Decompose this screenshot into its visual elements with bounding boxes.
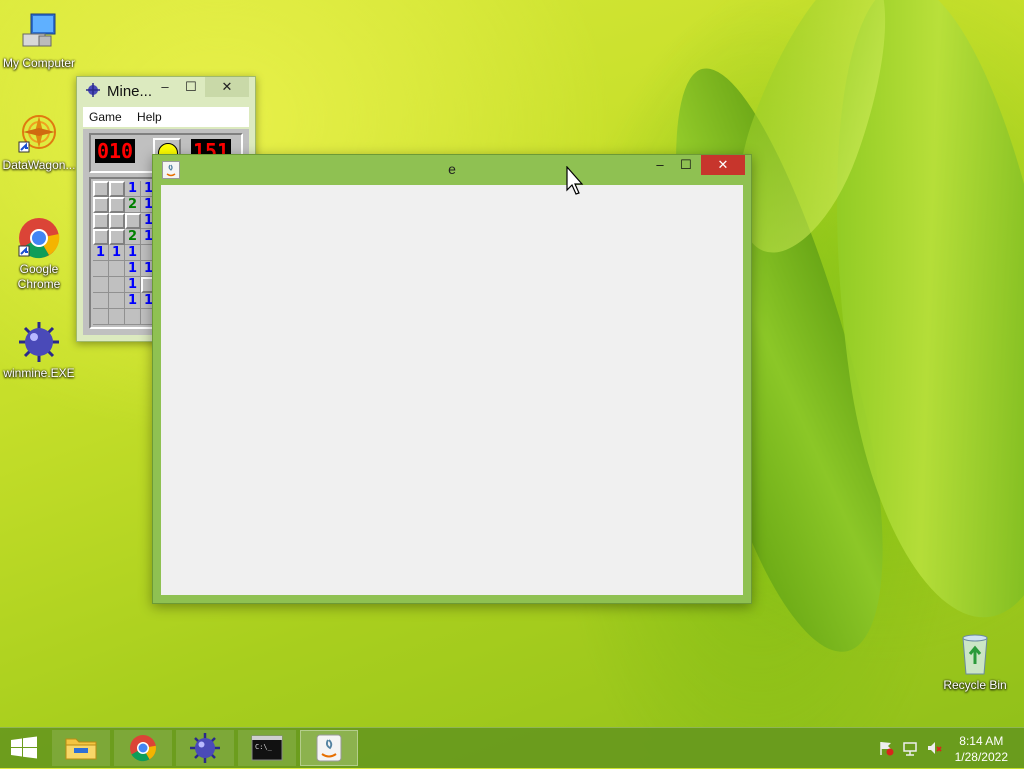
chrome-icon bbox=[18, 218, 60, 259]
system-tray: 8:14 AM 1/28/2022 bbox=[864, 728, 1024, 768]
action-center-flag-icon[interactable] bbox=[878, 740, 894, 756]
java-icon bbox=[316, 734, 342, 762]
chrome-icon bbox=[130, 735, 156, 762]
mine-cell[interactable] bbox=[93, 229, 109, 245]
volume-muted-icon[interactable] bbox=[926, 740, 942, 756]
mine-cell[interactable] bbox=[109, 213, 125, 229]
mine-cell[interactable]: 1 bbox=[125, 277, 141, 293]
mine-cell[interactable]: 1 bbox=[93, 245, 109, 261]
minimize-button[interactable]: – bbox=[151, 77, 179, 97]
mine-cell[interactable]: 1 bbox=[125, 245, 141, 261]
minimize-button[interactable]: – bbox=[649, 155, 671, 175]
maximize-button[interactable]: ☐ bbox=[675, 155, 697, 175]
clock[interactable]: 8:14 AM 1/28/2022 bbox=[955, 733, 1008, 765]
desktop-icon-datawagon[interactable]: DataWagon... bbox=[0, 112, 78, 173]
desktop-icon-my-computer[interactable]: My Computer bbox=[0, 10, 78, 71]
mouse-cursor-icon bbox=[566, 166, 584, 195]
mine-cell[interactable]: 2 bbox=[125, 229, 141, 245]
datawagon-icon bbox=[18, 115, 56, 153]
mine-counter: 010 bbox=[95, 139, 135, 163]
svg-text:C:\_: C:\_ bbox=[255, 743, 273, 751]
mine-cell[interactable] bbox=[93, 181, 109, 197]
mine-cell[interactable] bbox=[93, 213, 109, 229]
network-icon[interactable] bbox=[902, 740, 918, 756]
folder-icon bbox=[65, 738, 97, 760]
windows-logo-icon bbox=[11, 736, 37, 759]
java-window[interactable]: e – ☐ ✕ bbox=[152, 154, 752, 604]
clock-time: 8:14 AM bbox=[959, 734, 1004, 748]
minesweeper-title-bar[interactable]: Mine... – ☐ ✕ bbox=[77, 77, 255, 103]
minesweeper-icon bbox=[190, 733, 220, 763]
mine-cell[interactable]: 2 bbox=[125, 197, 141, 213]
taskbar-minesweeper[interactable] bbox=[176, 730, 234, 766]
mine-cell[interactable]: 1 bbox=[125, 293, 141, 309]
minesweeper-icon bbox=[19, 322, 59, 362]
mine-cell[interactable] bbox=[93, 277, 109, 293]
mine-cell[interactable] bbox=[93, 293, 109, 309]
desktop-icon-label: Google Chrome bbox=[17, 262, 61, 291]
mine-cell[interactable] bbox=[93, 261, 109, 277]
close-button[interactable]: ✕ bbox=[701, 155, 745, 175]
recycle-bin-icon bbox=[962, 634, 988, 675]
mine-cell[interactable] bbox=[125, 213, 141, 229]
desktop-icon-google-chrome[interactable]: Google Chrome bbox=[0, 216, 78, 292]
desktop[interactable]: { "desktop": { "icons": [ {"label": "My … bbox=[0, 0, 1024, 768]
desktop-icon-label: DataWagon... bbox=[2, 158, 76, 172]
mine-cell[interactable] bbox=[93, 197, 109, 213]
taskbar-java[interactable] bbox=[300, 730, 358, 766]
mine-cell[interactable] bbox=[109, 277, 125, 293]
taskbar-file-explorer[interactable] bbox=[52, 730, 110, 766]
desktop-icon-label: winmine.EXE bbox=[3, 366, 75, 380]
desktop-icon-label: Recycle Bin bbox=[943, 678, 1007, 692]
taskbar-command-prompt[interactable]: C:\_ bbox=[238, 730, 296, 766]
desktop-icon-winmine[interactable]: winmine.EXE bbox=[0, 320, 78, 381]
desktop-icon-label: My Computer bbox=[2, 56, 76, 70]
mine-cell[interactable] bbox=[109, 181, 125, 197]
taskbar-chrome[interactable] bbox=[114, 730, 172, 766]
close-button[interactable]: ✕ bbox=[205, 77, 249, 97]
java-title-bar[interactable]: e – ☐ ✕ bbox=[153, 155, 751, 183]
mine-cell[interactable]: 1 bbox=[125, 181, 141, 197]
java-content-area[interactable] bbox=[161, 185, 743, 595]
taskbar: C:\_ 8:14 AM 1/28/2022 bbox=[0, 727, 1024, 768]
window-title: Mine... bbox=[107, 83, 153, 100]
mine-cell[interactable]: 1 bbox=[125, 261, 141, 277]
command-prompt-icon: C:\_ bbox=[251, 735, 283, 761]
clock-date: 1/28/2022 bbox=[954, 750, 1008, 764]
mine-cell[interactable]: 1 bbox=[109, 245, 125, 261]
desktop-icon-recycle-bin[interactable]: Recycle Bin bbox=[936, 632, 1014, 693]
maximize-button[interactable]: ☐ bbox=[177, 77, 205, 97]
menu-help[interactable]: Help bbox=[131, 107, 168, 124]
mine-cell[interactable] bbox=[109, 229, 125, 245]
menu-game[interactable]: Game bbox=[83, 107, 128, 124]
mine-cell[interactable] bbox=[109, 293, 125, 309]
computer-icon bbox=[22, 13, 56, 47]
minesweeper-icon bbox=[86, 83, 100, 97]
start-button[interactable] bbox=[0, 730, 48, 766]
mine-cell[interactable] bbox=[109, 197, 125, 213]
mine-cell[interactable] bbox=[109, 261, 125, 277]
mine-cell[interactable] bbox=[125, 309, 141, 325]
mine-cell[interactable] bbox=[109, 309, 125, 325]
menu-bar: Game Help bbox=[83, 107, 249, 127]
mine-cell[interactable] bbox=[93, 309, 109, 325]
